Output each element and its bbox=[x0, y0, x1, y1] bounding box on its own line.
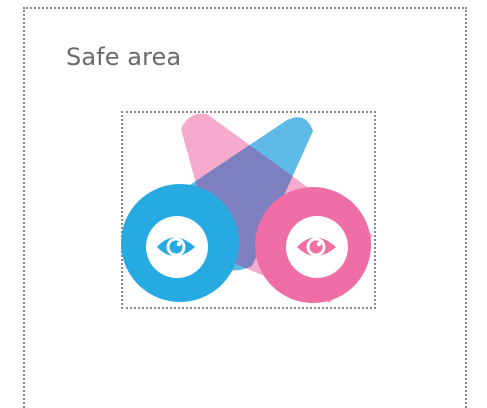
safe-area-title: Safe area bbox=[66, 43, 182, 71]
logo-safe-area-frame bbox=[121, 111, 376, 309]
safe-area-canvas: Safe area bbox=[0, 0, 487, 408]
